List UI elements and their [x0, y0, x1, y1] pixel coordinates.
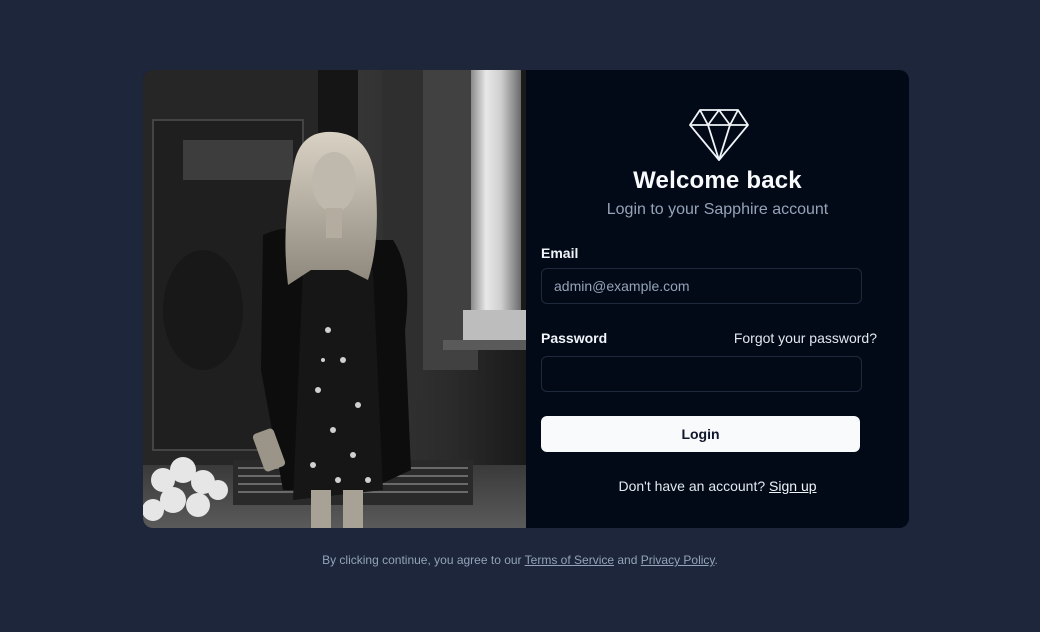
footer-conjunction: and [617, 553, 638, 567]
login-form-panel: Welcome back Login to your Sapphire acco… [526, 70, 909, 528]
email-field[interactable] [542, 269, 861, 303]
page-title: Welcome back [633, 167, 802, 194]
signup-prompt: Don't have an account? [618, 478, 766, 494]
password-field-wrapper [541, 356, 862, 392]
password-field[interactable] [542, 357, 861, 391]
signup-row: Don't have an account? Sign up [526, 478, 909, 494]
footer-suffix: . [714, 553, 718, 567]
terms-link[interactable]: Terms of Service [525, 553, 614, 567]
diamond-icon [689, 109, 749, 161]
page-subtitle: Login to your Sapphire account [606, 201, 829, 218]
email-label: Email [541, 245, 579, 261]
legal-footer: By clicking continue, you agree to our T… [0, 553, 1040, 567]
password-label: Password [541, 330, 608, 346]
email-field-wrapper [541, 268, 862, 304]
footer-prefix: By clicking continue, you agree to our [322, 553, 522, 567]
hero-photo-image [143, 70, 526, 528]
forgot-password-link[interactable]: Forgot your password? [734, 330, 877, 346]
privacy-link[interactable]: Privacy Policy [641, 553, 715, 567]
login-card: Welcome back Login to your Sapphire acco… [143, 70, 909, 528]
login-button[interactable]: Login [541, 416, 860, 452]
signup-link[interactable]: Sign up [769, 478, 816, 494]
hero-photo [143, 70, 526, 528]
